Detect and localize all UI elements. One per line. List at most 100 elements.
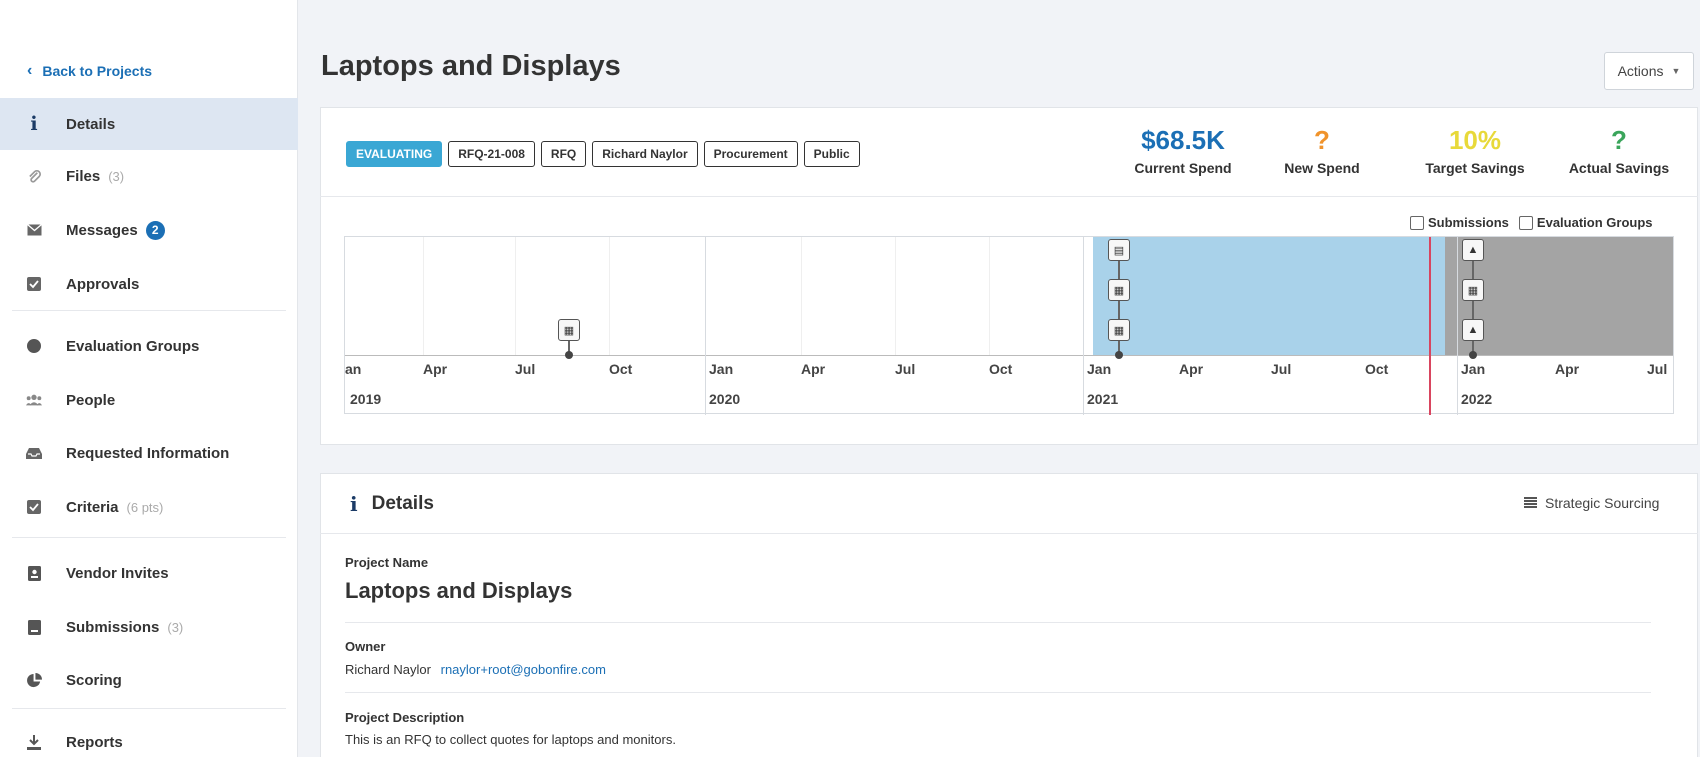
sidebar-item-label: Files	[66, 167, 101, 185]
metric-current-spend: $68.5K Current Spend	[1118, 124, 1248, 176]
sidebar-item-details[interactable]: i Details	[0, 98, 298, 150]
timeline-month-label: Jul	[515, 361, 536, 377]
timeline-event-calendar-icon[interactable]: ▦	[1108, 279, 1130, 301]
project-timeline[interactable]: ▦ ▤ ▦ ▦ ▲ ▦ ▲ an Apr Jul Oct Jan Apr Jul…	[344, 236, 1674, 415]
timeline-month-label: Jul	[1647, 361, 1668, 377]
sidebar-item-scoring[interactable]: Scoring	[0, 654, 298, 706]
sidebar: ‹ Back to Projects i Details Files (3) M…	[0, 0, 298, 757]
field-divider	[345, 692, 1651, 693]
checkbox-label: Evaluation Groups	[1536, 215, 1653, 230]
timeline-gridline	[989, 237, 990, 355]
owner-tag: Richard Naylor	[592, 141, 698, 167]
details-heading-label: Details	[371, 493, 434, 514]
inbox-icon	[26, 445, 42, 461]
sidebar-item-label: Scoring	[66, 671, 122, 689]
department-tag: Procurement	[703, 141, 798, 167]
actions-label: Actions	[1617, 63, 1664, 79]
submissions-count: (3)	[167, 619, 184, 635]
card-divider	[320, 196, 1698, 197]
sidebar-item-label: Criteria	[66, 498, 119, 516]
back-to-projects-link[interactable]: ‹ Back to Projects	[27, 62, 152, 80]
timeline-gridline	[609, 237, 610, 355]
sidebar-item-label: Details	[66, 115, 116, 133]
back-to-projects-label: Back to Projects	[42, 63, 153, 79]
timeline-month-label: Oct	[989, 361, 1013, 377]
timeline-month-label: Jul	[1271, 361, 1292, 377]
timeline-event-bell-icon[interactable]: ▲	[1462, 239, 1484, 261]
sidebar-item-label: Vendor Invites	[66, 564, 169, 582]
project-id-tag: RFQ-21-008	[448, 141, 535, 167]
timeline-event-book-icon[interactable]: ▦	[558, 319, 580, 341]
timeline-event-note-icon[interactable]: ▤	[1108, 239, 1130, 261]
metric-value: 10%	[1448, 125, 1502, 155]
owner-value: Richard Naylor rnaylor+root@gobonfire.co…	[345, 662, 606, 677]
circle-icon	[26, 338, 42, 354]
checkbox-square[interactable]	[1518, 215, 1533, 230]
timeline-gridline	[801, 237, 802, 355]
checkbox-square[interactable]	[1410, 215, 1424, 230]
criteria-count: (6 pts)	[126, 499, 164, 515]
owner-label: Owner	[345, 639, 386, 654]
document-icon	[26, 619, 42, 635]
metric-actual-savings: ? Actual Savings	[1554, 124, 1684, 176]
timeline-year-label: 2022	[1461, 391, 1493, 407]
sidebar-item-label: Requested Information	[66, 444, 230, 462]
sidebar-item-label: Submissions	[66, 618, 160, 636]
timeline-gridline	[423, 237, 424, 355]
sidebar-divider	[12, 310, 286, 311]
evaluation-groups-checkbox[interactable]: Evaluation Groups	[1518, 215, 1653, 230]
timeline-year-label: 2020	[709, 391, 741, 407]
metric-value: ?	[1314, 125, 1330, 155]
timeline-active-period	[1093, 237, 1445, 355]
timeline-event-bell-icon[interactable]: ▲	[1462, 319, 1484, 341]
sidebar-item-reports[interactable]: Reports	[0, 716, 298, 757]
project-type-tag: RFQ	[540, 141, 587, 167]
sidebar-item-label: Messages	[66, 221, 138, 239]
sidebar-item-criteria[interactable]: Criteria (6 pts)	[0, 481, 298, 533]
owner-email-link[interactable]: rnaylor+root@gobonfire.com	[441, 662, 606, 677]
timeline-year-label: 2019	[350, 391, 382, 407]
submissions-checkbox[interactable]: Submissions	[1410, 215, 1509, 230]
sidebar-item-people[interactable]: People	[0, 374, 298, 426]
details-card	[320, 473, 1698, 757]
timeline-event-calendar-icon[interactable]: ▦	[1462, 279, 1484, 301]
sidebar-item-vendor-invites[interactable]: Vendor Invites	[0, 547, 298, 599]
sidebar-item-submissions[interactable]: Submissions (3)	[0, 601, 298, 653]
timeline-month-label: Apr	[1555, 361, 1580, 377]
timeline-month-label: Jan	[1461, 361, 1486, 377]
sidebar-item-label: People	[66, 391, 116, 409]
sidebar-item-messages[interactable]: Messages 2	[0, 204, 298, 256]
sidebar-item-files[interactable]: Files (3)	[0, 150, 298, 202]
metric-new-spend: ? New Spend	[1272, 124, 1372, 176]
sidebar-divider	[12, 537, 286, 538]
contact-card-icon	[26, 565, 42, 581]
project-name-value: Laptops and Displays	[345, 578, 573, 603]
timeline-event-book-icon[interactable]: ▦	[1108, 319, 1130, 341]
timeline-year-divider	[705, 237, 706, 415]
actions-dropdown-button[interactable]: Actions ▼	[1604, 52, 1694, 90]
timeline-event-dot	[1115, 351, 1123, 359]
timeline-filters: Submissions Evaluation Groups	[1410, 215, 1653, 230]
project-category-label: Strategic Sourcing	[1545, 495, 1660, 511]
chevron-left-icon: ‹	[27, 62, 33, 79]
project-description-value: This is an RFQ to collect quotes for lap…	[345, 732, 676, 747]
checkbox-icon	[26, 276, 42, 292]
sidebar-item-requested-information[interactable]: Requested Information	[0, 427, 298, 479]
metric-value: ?	[1611, 125, 1627, 155]
project-tags: EVALUATING RFQ-21-008 RFQ Richard Naylor…	[346, 141, 860, 167]
timeline-year-divider	[1083, 237, 1084, 415]
checkbox-label: Submissions	[1428, 215, 1509, 230]
users-icon	[26, 392, 42, 408]
sidebar-divider	[12, 708, 286, 709]
download-icon	[26, 734, 42, 750]
sidebar-item-evaluation-groups[interactable]: Evaluation Groups	[0, 320, 298, 372]
sidebar-item-label: Evaluation Groups	[66, 337, 200, 355]
info-icon: i	[350, 492, 358, 516]
metric-label: New Spend	[1284, 160, 1360, 176]
timeline-month-label: Oct	[609, 361, 633, 377]
sidebar-item-approvals[interactable]: Approvals	[0, 258, 298, 310]
timeline-event-dot	[565, 351, 573, 359]
details-heading: i Details	[350, 492, 434, 516]
sidebar-item-label: Approvals	[66, 275, 140, 293]
timeline-month-label: an	[345, 361, 362, 377]
